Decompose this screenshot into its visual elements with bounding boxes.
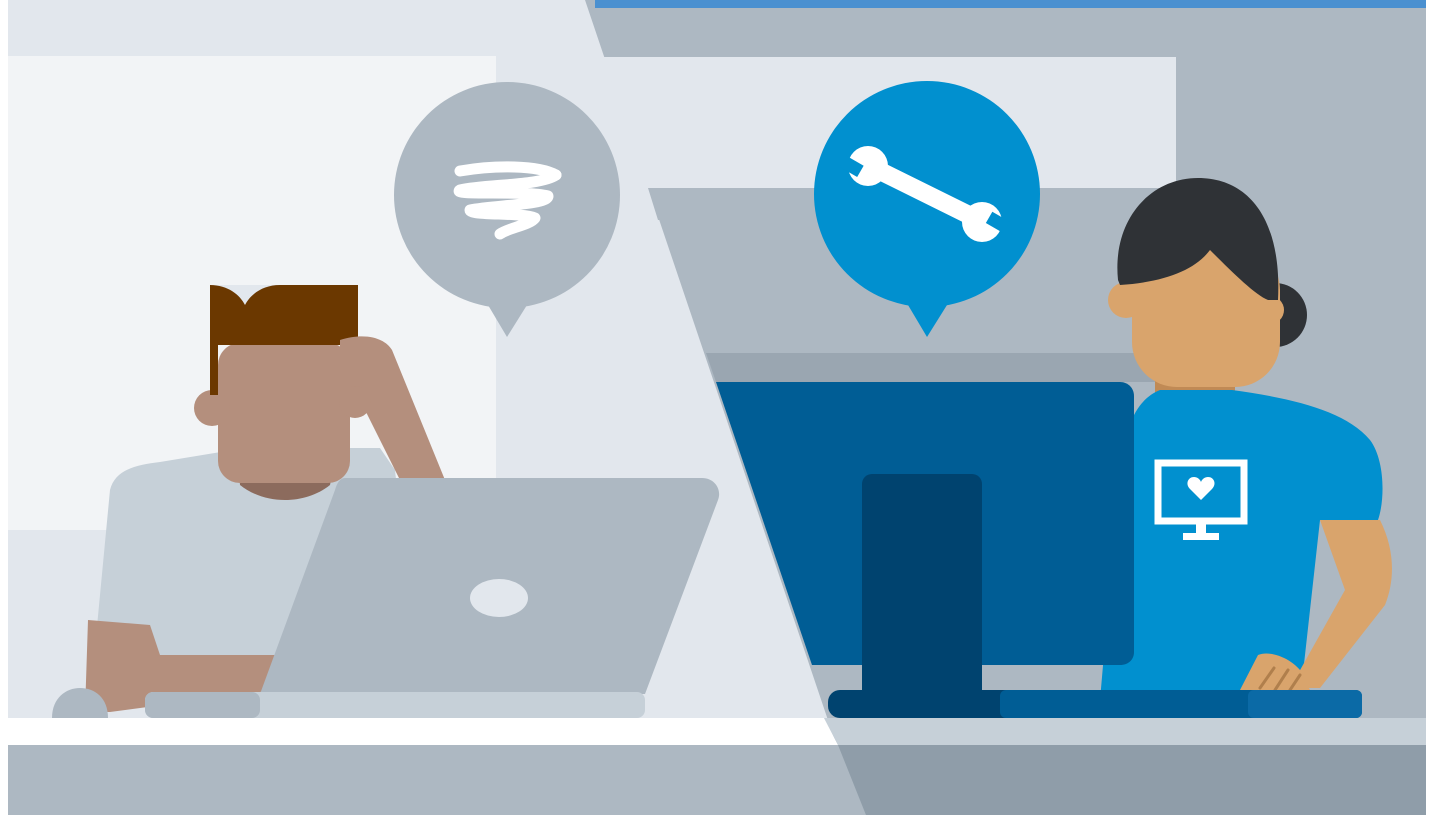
woman-ear-right — [1256, 296, 1284, 324]
desk-front-right — [838, 745, 1434, 815]
top-accent-stripe — [595, 0, 1434, 8]
man-head — [218, 343, 350, 483]
monitor-base — [828, 690, 1018, 718]
man-ear — [194, 390, 230, 426]
left-edge — [0, 0, 8, 815]
laptop-logo — [470, 579, 528, 617]
right-shelf-shadow — [706, 353, 1176, 382]
right-edge — [1426, 0, 1434, 815]
illustration-canvas — [0, 0, 1434, 815]
desk-top-left — [8, 718, 838, 745]
desk-top-right — [824, 718, 1434, 745]
illustration-scene — [0, 0, 1434, 815]
monitor-stand — [862, 474, 982, 704]
desk-front-left — [8, 745, 866, 815]
woman-ear-left — [1108, 282, 1144, 318]
